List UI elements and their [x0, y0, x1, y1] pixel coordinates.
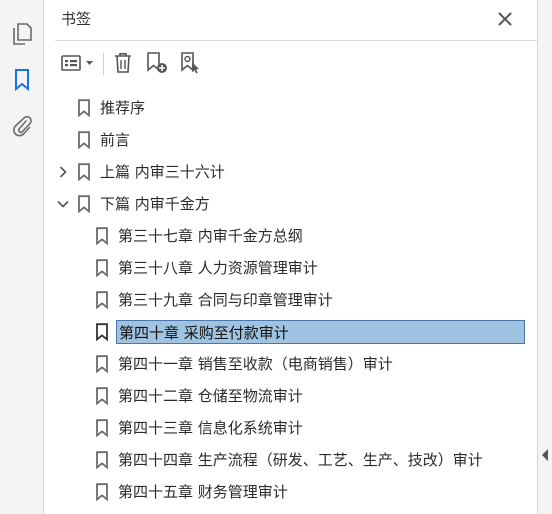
panel-title: 书签 — [61, 10, 92, 28]
bookmark-label[interactable]: 第三十九章 合同与印章管理审计 — [116, 288, 335, 312]
pages-icon[interactable] — [8, 20, 36, 48]
bookmark-label[interactable]: 前言 — [98, 128, 132, 152]
close-icon[interactable] — [495, 9, 515, 29]
bookmark-item-icon — [77, 163, 91, 182]
bookmarks-toolbar — [59, 48, 259, 78]
bookmark-item-icon — [95, 419, 109, 438]
bookmark-item-icon — [95, 323, 109, 342]
bookmarks-panel: 书签 推荐序 前言 上篇 内审三十六计 下篇 内审千金方 第三十七章 内审千金方… — [45, 0, 537, 514]
chevron-right-icon[interactable] — [56, 165, 70, 179]
bookmark-row[interactable]: 第四十章 采购至付款审计 — [45, 318, 525, 346]
bookmark-item-icon — [95, 451, 109, 470]
bookmark-label[interactable]: 第三十七章 内审千金方总纲 — [116, 224, 305, 248]
bookmark-label[interactable]: 第四十章 采购至付款审计 — [116, 320, 525, 344]
bookmark-icon[interactable] — [8, 66, 36, 94]
bookmark-item-icon — [95, 227, 109, 246]
bookmark-row[interactable]: 第三十九章 合同与印章管理审计 — [45, 286, 525, 314]
bookmark-row[interactable]: 第四十五章 财务管理审计 — [45, 478, 525, 506]
bookmark-row[interactable]: 第三十八章 人力资源管理审计 — [45, 254, 525, 282]
bookmark-label[interactable]: 下篇 内审千金方 — [98, 192, 212, 216]
attachment-icon[interactable] — [8, 112, 36, 140]
options-menu-button[interactable] — [59, 48, 97, 78]
bookmark-label[interactable]: 上篇 内审三十六计 — [98, 160, 227, 184]
bookmark-row[interactable]: 第四十一章 销售至收款（电商销售）审计 — [45, 350, 525, 378]
bookmarks-window: 书签 推荐序 前言 上篇 内审三十六计 下篇 内审千金方 第三十七章 内审千金方… — [0, 0, 552, 514]
bookmark-label[interactable]: 第三十八章 人力资源管理审计 — [116, 256, 320, 280]
bookmark-row[interactable]: 下篇 内审千金方 — [45, 190, 525, 218]
bookmark-item-icon — [77, 195, 91, 214]
bookmark-item-icon — [95, 355, 109, 374]
title-divider — [55, 40, 537, 41]
bookmark-row[interactable]: 第四十三章 信息化系统审计 — [45, 414, 525, 442]
bookmark-row[interactable]: 第三十七章 内审千金方总纲 — [45, 222, 525, 250]
bookmark-row[interactable]: 推荐序 — [45, 94, 525, 122]
bookmark-row[interactable]: 第四十四章 生产流程（研发、工艺、生产、技改）审计 — [45, 446, 525, 474]
bookmark-item-icon — [95, 483, 109, 502]
bookmark-row[interactable]: 前言 — [45, 126, 525, 154]
bookmark-label[interactable]: 第四十三章 信息化系统审计 — [116, 416, 305, 440]
bookmark-label[interactable]: 推荐序 — [98, 96, 147, 120]
bookmark-item-icon — [77, 131, 91, 150]
bookmark-label[interactable]: 第四十四章 生产流程（研发、工艺、生产、技改）审计 — [116, 448, 485, 472]
options-menu-icon — [61, 55, 93, 71]
bookmark-item-icon — [95, 291, 109, 310]
bookmark-row[interactable]: 上篇 内审三十六计 — [45, 158, 525, 186]
bookmark-label[interactable]: 第四十二章 仓储至物流审计 — [116, 384, 305, 408]
new-bookmark-icon[interactable] — [143, 48, 171, 78]
bookmark-row[interactable]: 第四十二章 仓储至物流审计 — [45, 382, 525, 410]
bookmark-label[interactable]: 第四十一章 销售至收款（电商销售）审计 — [116, 352, 395, 376]
bookmark-item-icon — [77, 99, 91, 118]
collapse-panel-icon[interactable] — [541, 448, 549, 462]
navigation-rail — [0, 0, 44, 514]
bookmark-item-icon — [95, 387, 109, 406]
bookmark-label[interactable]: 第四十五章 财务管理审计 — [116, 480, 290, 504]
chevron-down-icon[interactable] — [56, 197, 70, 211]
delete-icon[interactable] — [109, 48, 137, 78]
panel-resize-strip[interactable] — [537, 0, 552, 514]
toolbar-divider — [103, 53, 104, 75]
bookmark-item-icon — [95, 259, 109, 278]
new-bookmark-from-structure-icon[interactable] — [177, 48, 205, 78]
